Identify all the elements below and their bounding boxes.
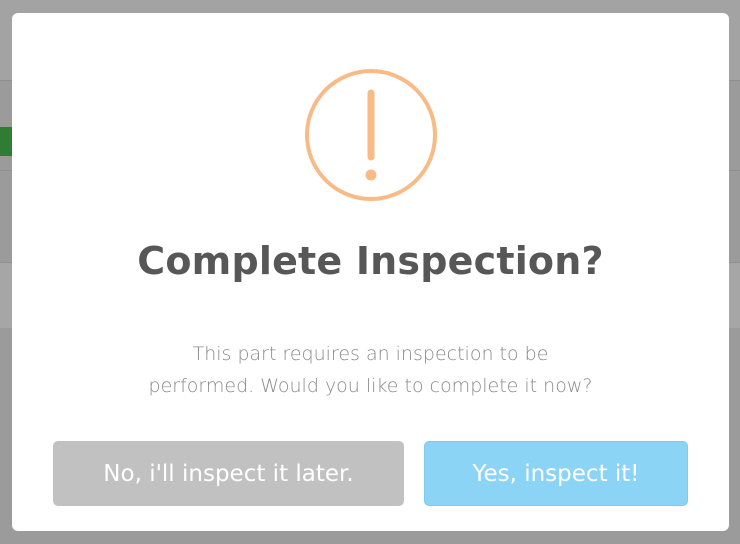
confirm-button-label: Yes, inspect it! bbox=[472, 460, 640, 487]
dialog-message-line: This part requires an inspection to be bbox=[192, 343, 549, 365]
dialog-message: This part requires an inspection to be p… bbox=[102, 338, 639, 402]
dialog-title: Complete Inspection? bbox=[137, 239, 604, 283]
confirm-button[interactable]: Yes, inspect it! bbox=[424, 441, 688, 506]
warning-exclamation-icon bbox=[305, 69, 437, 201]
cancel-button[interactable]: No, i'll inspect it later. bbox=[53, 441, 404, 506]
dialog-message-line: performed. Would you like to complete it… bbox=[148, 375, 593, 397]
confirm-dialog: Complete Inspection? This part requires … bbox=[12, 13, 729, 531]
cancel-button-label: No, i'll inspect it later. bbox=[103, 460, 354, 487]
